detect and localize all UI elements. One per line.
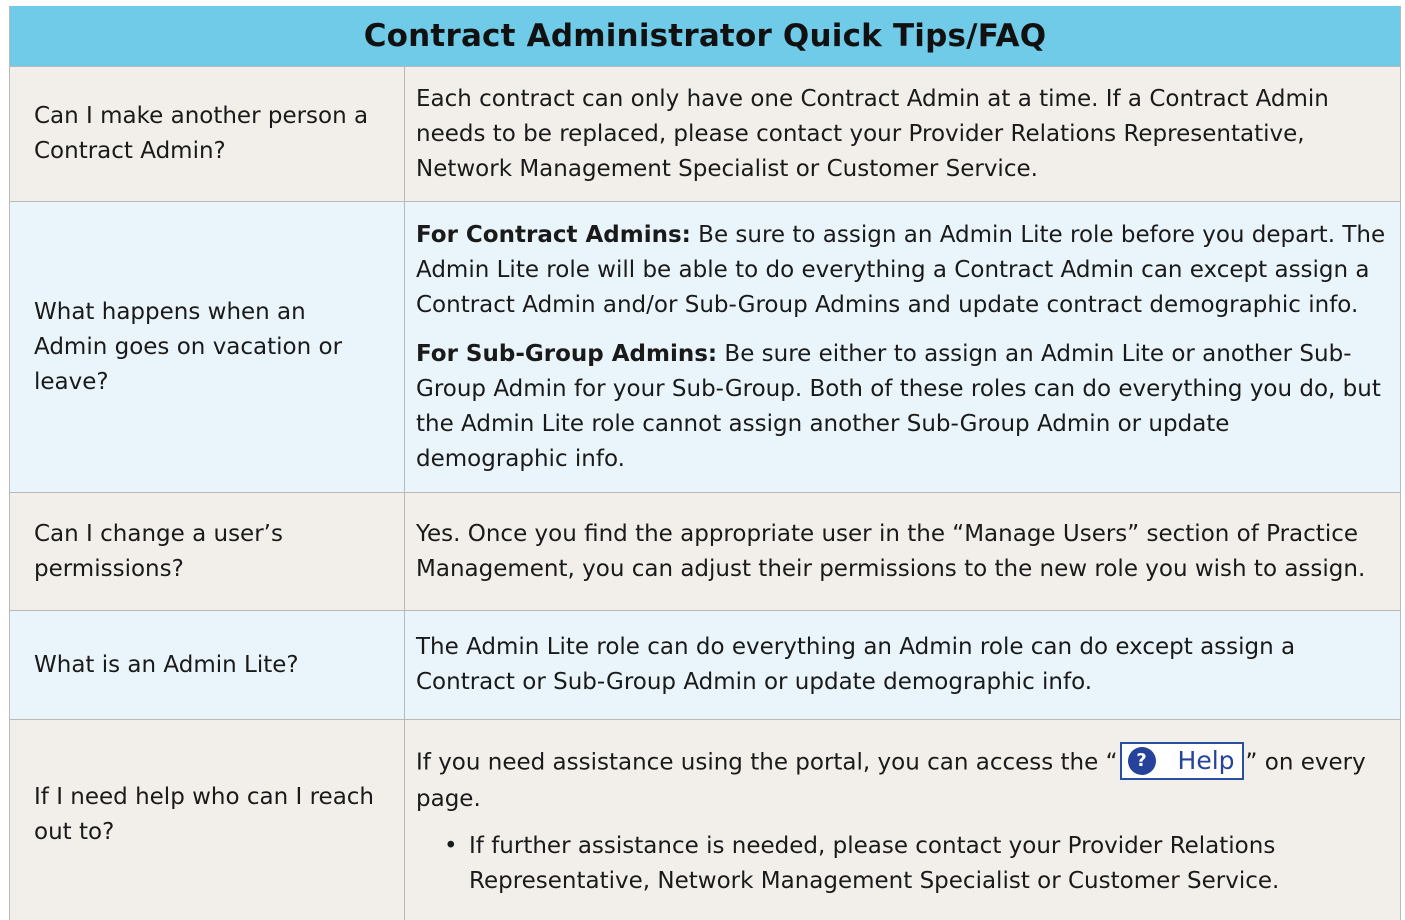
faq-row: What is an Admin Lite? The Admin Lite ro… <box>10 611 1400 720</box>
faq-row: Can I change a user’s permissions? Yes. … <box>10 493 1400 611</box>
help-button[interactable]: ? Help <box>1119 742 1244 780</box>
faq-row: If I need help who can I reach out to? I… <box>10 720 1400 920</box>
faq-question: Can I change a user’s permissions? <box>10 493 405 610</box>
answer-heading: For Sub-Group Admins: <box>416 340 718 367</box>
faq-answer: The Admin Lite role can do everything an… <box>405 611 1400 719</box>
faq-question: Can I make another person a Contract Adm… <box>10 67 405 201</box>
answer-text: The Admin Lite role can do everything an… <box>416 634 1296 695</box>
answer-text: Yes. Once you find the appropriate user … <box>416 520 1366 582</box>
answer-paragraph: For Sub-Group Admins: Be sure either to … <box>416 337 1388 477</box>
faq-table: Contract Administrator Quick Tips/FAQ Ca… <box>9 6 1401 920</box>
faq-question: If I need help who can I reach out to? <box>10 720 405 920</box>
help-button-label: Help <box>1177 746 1235 775</box>
faq-question: What is an Admin Lite? <box>10 611 405 719</box>
faq-answer: If you need assistance using the portal,… <box>405 720 1400 920</box>
faq-question: What happens when an Admin goes on vacat… <box>10 202 405 492</box>
bullet-list: If further assistance is needed, please … <box>416 829 1388 899</box>
answer-paragraph: For Contract Admins: Be sure to assign a… <box>416 218 1388 323</box>
answer-paragraph: If you need assistance using the portal,… <box>416 742 1388 817</box>
faq-answer: For Contract Admins: Be sure to assign a… <box>405 202 1400 492</box>
answer-text: If you need assistance using the portal,… <box>416 749 1118 776</box>
faq-row: Can I make another person a Contract Adm… <box>10 67 1400 202</box>
faq-title: Contract Administrator Quick Tips/FAQ <box>10 6 1400 67</box>
question-circle-icon: ? <box>1127 747 1156 775</box>
answer-text: Each contract can only have one Contract… <box>416 85 1329 182</box>
faq-row: What happens when an Admin goes on vacat… <box>10 202 1400 493</box>
faq-answer: Each contract can only have one Contract… <box>405 67 1400 201</box>
answer-heading: For Contract Admins: <box>416 221 691 248</box>
bullet-item: If further assistance is needed, please … <box>444 829 1388 899</box>
faq-answer: Yes. Once you find the appropriate user … <box>405 493 1400 610</box>
